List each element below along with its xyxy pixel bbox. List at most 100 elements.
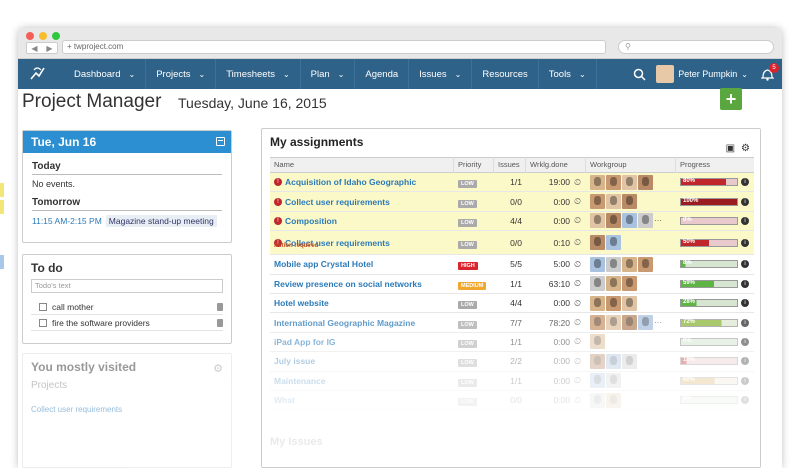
avatar[interactable]: [622, 353, 637, 369]
table-row[interactable]: Review presence on social networks MEDIUM…: [270, 275, 754, 294]
timer-icon[interactable]: ⏲: [574, 237, 586, 248]
avatar[interactable]: [590, 353, 605, 369]
assignment-link[interactable]: July issue: [274, 356, 315, 366]
nav-item-timesheets[interactable]: Timesheets ⌄: [216, 59, 301, 89]
gear-icon[interactable]: ⚙: [213, 362, 223, 375]
table-row[interactable]: What LOW 0/0 0:00 ⏲ 0% i: [270, 391, 754, 411]
table-row[interactable]: iPad App for IG LOW 1/1 0:00 ⏲ 0% i: [270, 333, 754, 353]
avatar[interactable]: [622, 276, 637, 292]
avatar[interactable]: [622, 213, 637, 229]
assignment-link[interactable]: Acquisition of Idaho Geographic: [285, 177, 416, 187]
maximize-window-button[interactable]: [52, 32, 60, 40]
info-icon[interactable]: i: [741, 318, 749, 327]
col-priority[interactable]: Priority: [454, 157, 494, 173]
info-icon[interactable]: i: [741, 216, 749, 225]
avatar[interactable]: [590, 373, 605, 389]
avatar[interactable]: [606, 213, 621, 229]
table-row[interactable]: ! Collect user requirements Action require…: [270, 231, 754, 256]
assignment-link[interactable]: Hotel website: [274, 298, 329, 308]
calendar-event[interactable]: 11:15 AM-2:15 PM Magazine stand-up meeti…: [32, 215, 231, 227]
nav-item-issues[interactable]: Issues ⌄: [409, 59, 473, 89]
timer-icon[interactable]: ⏲: [574, 317, 586, 328]
nav-item-agenda[interactable]: Agenda: [355, 59, 410, 89]
timer-icon[interactable]: ⏲: [574, 259, 586, 270]
info-icon[interactable]: i: [741, 337, 749, 346]
avatar[interactable]: [638, 256, 653, 272]
avatar[interactable]: [590, 256, 605, 272]
avatar[interactable]: [590, 295, 605, 311]
calendar-icon[interactable]: [216, 137, 225, 146]
avatar[interactable]: [590, 194, 605, 210]
assignment-link[interactable]: What: [274, 395, 295, 405]
back-arrow-icon[interactable]: ◀: [31, 44, 37, 53]
timer-icon[interactable]: ⏲: [574, 298, 586, 309]
avatar[interactable]: [638, 213, 653, 229]
col-name[interactable]: Name: [270, 157, 454, 173]
close-window-button[interactable]: [26, 32, 34, 40]
avatar[interactable]: [590, 235, 605, 251]
info-icon[interactable]: i: [741, 376, 749, 385]
nav-item-projects[interactable]: Projects ⌄: [146, 59, 217, 89]
nav-item-resources[interactable]: Resources: [472, 59, 539, 89]
avatar[interactable]: [606, 353, 621, 369]
forward-arrow-icon[interactable]: ▶: [46, 44, 52, 53]
table-row[interactable]: ! Acquisition of Idaho Geographic LOW 1/1 19…: [270, 173, 754, 193]
table-row[interactable]: International Geographic Magazine LOW 7/7 7…: [270, 313, 754, 333]
assignment-link[interactable]: Collect user requirements: [285, 197, 390, 207]
user-menu[interactable]: Peter Pumpkin ⌄: [656, 65, 748, 83]
minimize-window-button[interactable]: [39, 32, 47, 40]
trash-icon[interactable]: [217, 302, 223, 311]
info-icon[interactable]: i: [741, 197, 749, 206]
timer-icon[interactable]: ⏲: [574, 336, 586, 347]
info-icon[interactable]: i: [741, 178, 749, 187]
search-icon[interactable]: [633, 68, 646, 81]
nav-item-plan[interactable]: Plan ⌄: [301, 59, 356, 89]
notifications-button[interactable]: 5: [758, 63, 779, 83]
info-icon[interactable]: i: [741, 396, 749, 405]
avatar[interactable]: [622, 174, 637, 190]
assignment-link[interactable]: Review presence on social networks: [274, 279, 422, 289]
table-row[interactable]: Mobile app Crystal Hotel HIGH 5/5 5:00 ⏲ 8% i: [270, 255, 754, 275]
col-worklog[interactable]: Wrklg.done: [526, 157, 586, 173]
trash-icon[interactable]: [217, 318, 223, 327]
briefcase-icon[interactable]: ▣: [726, 143, 735, 154]
col-workgroup[interactable]: Workgroup: [586, 157, 676, 173]
avatar[interactable]: [590, 213, 605, 229]
info-icon[interactable]: i: [741, 279, 749, 288]
avatar[interactable]: [606, 373, 621, 389]
gear-icon[interactable]: ⚙: [741, 143, 750, 154]
avatar[interactable]: [590, 174, 605, 190]
table-row[interactable]: Maintenance LOW 1/1 0:00 ⏲ 60% i: [270, 372, 754, 391]
timer-icon[interactable]: ⏲: [574, 177, 586, 188]
avatar[interactable]: [590, 392, 605, 408]
timer-icon[interactable]: ⏲: [574, 196, 586, 207]
browser-search-input[interactable]: ⚲: [618, 40, 774, 54]
assignment-link[interactable]: International Geographic Magazine: [274, 318, 415, 328]
col-progress[interactable]: Progress: [676, 157, 754, 173]
table-row[interactable]: ! Composition LOW 4/4 0:00 ⏲ ··· 0% i: [270, 211, 754, 232]
info-icon[interactable]: i: [741, 238, 749, 247]
info-icon[interactable]: i: [741, 260, 749, 269]
app-logo[interactable]: [18, 59, 58, 89]
table-row[interactable]: ! Collect user requirements LOW 0/0 0:00 ⏲ 100…: [270, 192, 754, 212]
avatar[interactable]: [622, 295, 637, 311]
todo-checkbox[interactable]: [39, 302, 47, 311]
table-row[interactable]: July issue LOW 2/2 0:00 ⏲ 10% i: [270, 352, 754, 372]
assignment-link[interactable]: iPad App for IG: [274, 337, 336, 347]
avatar[interactable]: [606, 392, 621, 408]
add-button[interactable]: +: [720, 88, 742, 110]
assignment-link[interactable]: Composition: [285, 216, 337, 226]
avatar[interactable]: [622, 194, 637, 210]
info-icon[interactable]: i: [741, 299, 749, 308]
timer-icon[interactable]: ⏲: [574, 278, 586, 289]
avatar[interactable]: [606, 235, 621, 251]
address-bar[interactable]: + twproject.com: [62, 40, 606, 54]
timer-icon[interactable]: ⏲: [574, 375, 586, 386]
avatar[interactable]: [622, 256, 637, 272]
avatar[interactable]: [638, 174, 653, 190]
avatar[interactable]: [622, 315, 637, 331]
avatar[interactable]: [606, 194, 621, 210]
avatar[interactable]: [638, 315, 653, 331]
more-icon[interactable]: ···: [654, 318, 662, 327]
avatar[interactable]: [606, 256, 621, 272]
